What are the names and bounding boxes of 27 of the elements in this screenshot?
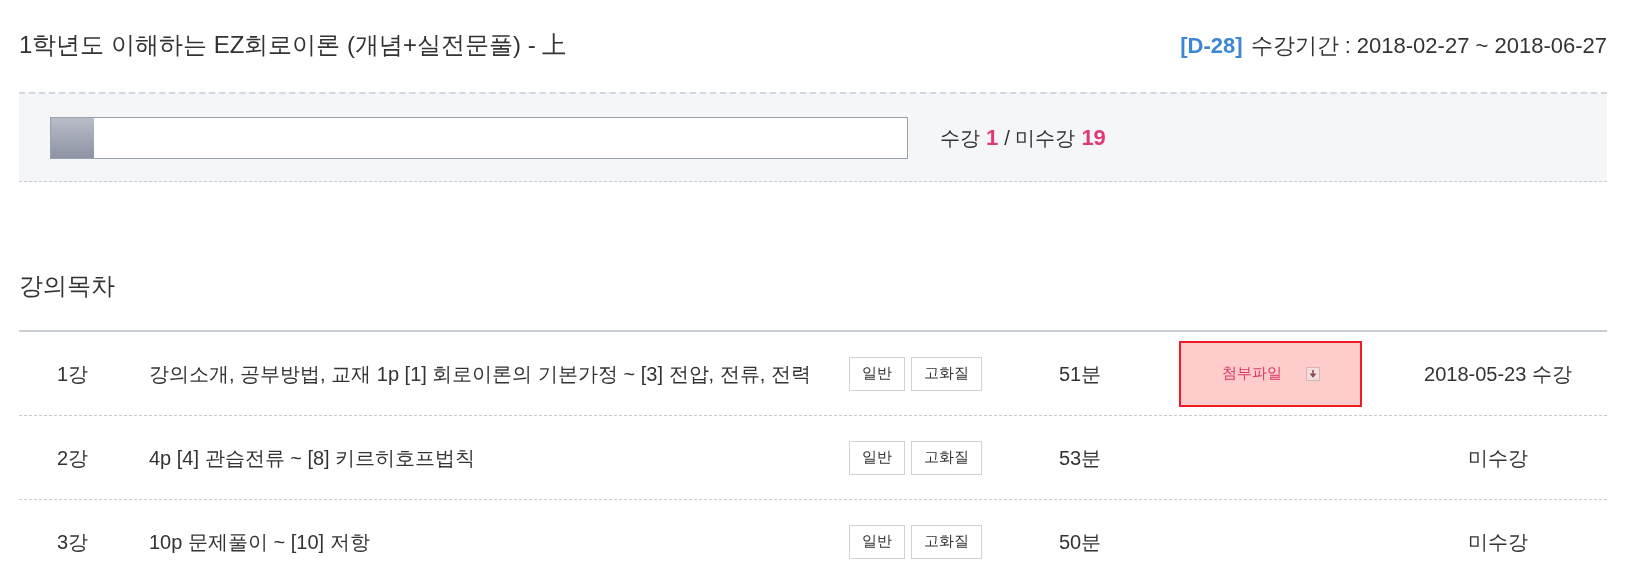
watched-count: 1 bbox=[986, 124, 999, 152]
d-day-label: [D-28] bbox=[1180, 31, 1243, 60]
unwatched-count: 19 bbox=[1081, 124, 1106, 152]
course-title: 1학년도 이해하는 EZ회로이론 (개념+실전문풀) - 上 bbox=[19, 30, 567, 60]
unwatched-label: / 미수강 bbox=[1004, 125, 1076, 151]
lecture-duration: 51분 bbox=[1059, 361, 1103, 387]
play-button[interactable]: 일반 bbox=[849, 440, 905, 475]
play-button[interactable]: 일반 bbox=[849, 524, 905, 559]
lecture-title: 강의소개, 공부방법, 교재 1p [1] 회로이론의 기본가정 ~ [3] 전압, 전류, 전력 bbox=[149, 361, 812, 387]
section-title: 강의목차 bbox=[19, 271, 115, 301]
study-period: 수강기간 : 2018-02-27 ~ 2018-06-27 bbox=[1250, 31, 1607, 60]
lecture-duration: 50분 bbox=[1059, 529, 1103, 555]
play-button[interactable]: 일반 bbox=[849, 356, 905, 391]
lecture-number: 1강 bbox=[56, 361, 90, 387]
lecture-title: 4p [4] 관습전류 ~ [8] 키르히호프법칙 bbox=[149, 445, 477, 471]
lecture-duration: 53분 bbox=[1059, 445, 1103, 471]
watched-label: 수강 bbox=[940, 125, 980, 151]
play-button[interactable]: 고화질 bbox=[911, 356, 982, 391]
lecture-number: 2강 bbox=[56, 445, 90, 471]
lecture-number: 3강 bbox=[56, 529, 90, 555]
lecture-status: 2018-05-23 수강 bbox=[1423, 361, 1573, 387]
lecture-status: 미수강 bbox=[1467, 529, 1529, 555]
download-icon bbox=[1305, 366, 1320, 381]
play-button[interactable]: 고화질 bbox=[911, 440, 982, 475]
play-button[interactable]: 고화질 bbox=[911, 524, 982, 559]
lecture-status: 미수강 bbox=[1467, 445, 1529, 471]
lecture-title: 10p 문제풀이 ~ [10] 저항 bbox=[149, 529, 371, 555]
